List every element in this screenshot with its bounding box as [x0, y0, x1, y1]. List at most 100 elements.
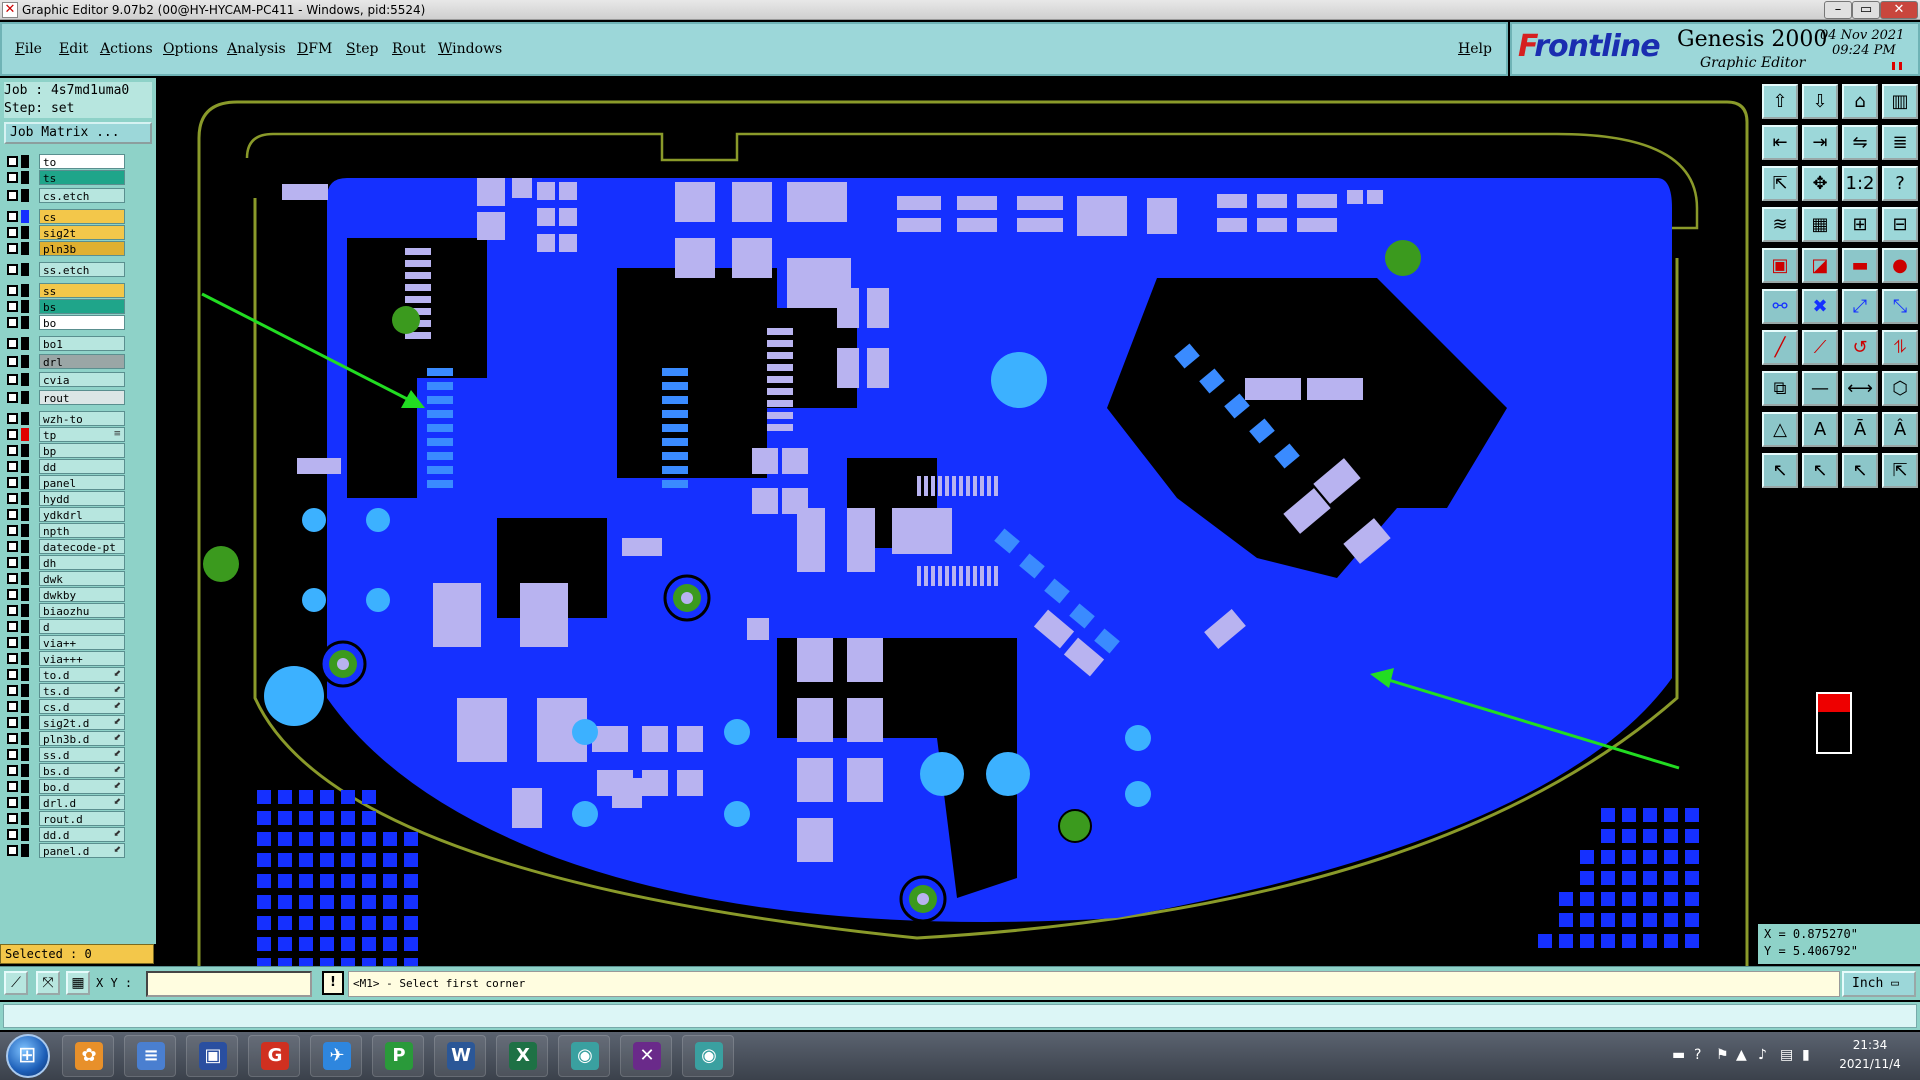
- polygon-button[interactable]: ⬡: [1882, 371, 1918, 406]
- layer-name[interactable]: ss.d: [39, 747, 125, 762]
- layer-color-swatch[interactable]: [21, 764, 29, 777]
- layer-checkbox[interactable]: [7, 392, 18, 403]
- taskbar-app-button[interactable]: W: [434, 1035, 486, 1077]
- layer-row[interactable]: to.d ⬋: [4, 667, 125, 682]
- layer-row[interactable]: drl: [4, 354, 125, 369]
- layer-name[interactable]: d: [39, 619, 125, 634]
- taskbar-app-button[interactable]: ✕: [620, 1035, 672, 1077]
- prev-button[interactable]: ⇤: [1762, 125, 1798, 160]
- layer-checkbox[interactable]: [7, 211, 18, 222]
- layer-color-swatch[interactable]: [21, 572, 29, 585]
- save-button[interactable]: ⇩: [1802, 84, 1838, 119]
- layer-row[interactable]: via++: [4, 635, 125, 650]
- layer-name[interactable]: ts: [39, 170, 125, 185]
- mirror-button[interactable]: ⇋: [1842, 125, 1878, 160]
- layer-name[interactable]: bo.d: [39, 779, 125, 794]
- layer-checkbox[interactable]: [7, 733, 18, 744]
- connect-button[interactable]: ⤢: [1842, 289, 1878, 324]
- layer-row[interactable]: datecode-pt: [4, 539, 125, 554]
- layer-row[interactable]: dd.d ⬋: [4, 827, 125, 842]
- layer-row[interactable]: dh: [4, 555, 125, 570]
- cross-mode-icon[interactable]: ⤧: [36, 971, 60, 995]
- layer-name[interactable]: via+++: [39, 651, 125, 666]
- layer-checkbox[interactable]: [7, 813, 18, 824]
- layer-checkbox[interactable]: [7, 190, 18, 201]
- menu-rout[interactable]: Rout: [392, 40, 426, 58]
- layer-name[interactable]: ss.etch: [39, 262, 125, 277]
- volume-icon[interactable]: ♪: [1758, 1046, 1767, 1064]
- layer-name[interactable]: bs: [39, 299, 125, 314]
- layer-color-swatch[interactable]: [21, 373, 29, 386]
- trace-button[interactable]: ⥮: [1882, 330, 1918, 365]
- layer-checkbox[interactable]: [7, 509, 18, 520]
- ruler-button[interactable]: ▬: [1842, 248, 1878, 283]
- triangle-b-button[interactable]: Ā: [1842, 412, 1878, 447]
- layer-checkbox[interactable]: [7, 717, 18, 728]
- layer-color-swatch[interactable]: [21, 210, 29, 223]
- grid-snap-icon[interactable]: ▦: [66, 971, 90, 995]
- net-button[interactable]: ⚯: [1762, 289, 1798, 324]
- line-button[interactable]: ╱: [1762, 330, 1798, 365]
- menu-options[interactable]: Options: [163, 40, 218, 58]
- layer-color-swatch[interactable]: [21, 189, 29, 202]
- layer-row[interactable]: cs.d ⬋: [4, 699, 125, 714]
- layer-color-swatch[interactable]: [21, 748, 29, 761]
- layer-checkbox[interactable]: [7, 356, 18, 367]
- layer-name[interactable]: dwk: [39, 571, 125, 586]
- next-button[interactable]: ⇥: [1802, 125, 1838, 160]
- layer-color-swatch[interactable]: [21, 844, 29, 857]
- layer-color-swatch[interactable]: [21, 604, 29, 617]
- layer-name[interactable]: panel: [39, 475, 125, 490]
- layer-row[interactable]: ts: [4, 170, 125, 185]
- layer-checkbox[interactable]: [7, 637, 18, 648]
- layer-color-swatch[interactable]: [21, 524, 29, 537]
- layer-color-swatch[interactable]: [21, 780, 29, 793]
- layer-checkbox[interactable]: [7, 445, 18, 456]
- layer-name[interactable]: npth: [39, 523, 125, 538]
- taskbar-app-button[interactable]: ◉: [682, 1035, 734, 1077]
- layer-row[interactable]: ss.etch: [4, 262, 125, 277]
- layer-name[interactable]: hydd: [39, 491, 125, 506]
- layer-name[interactable]: cs.etch: [39, 188, 125, 203]
- layer-name[interactable]: wzh-to: [39, 411, 125, 426]
- layer-color-swatch[interactable]: [21, 652, 29, 665]
- layer-name[interactable]: biaozhu: [39, 603, 125, 618]
- pointer-button[interactable]: ↖: [1762, 453, 1798, 488]
- layer-color-swatch[interactable]: [21, 828, 29, 841]
- layer-color-swatch[interactable]: [21, 492, 29, 505]
- pointer-add-button[interactable]: ↖: [1842, 453, 1878, 488]
- layer-row[interactable]: bs: [4, 299, 125, 314]
- layer-color-swatch[interactable]: [21, 155, 29, 168]
- layer-color-swatch[interactable]: [21, 716, 29, 729]
- layer-row[interactable]: cs.etch: [4, 188, 125, 203]
- menu-step[interactable]: Step: [346, 40, 378, 58]
- layer-checkbox[interactable]: [7, 621, 18, 632]
- layer-checkbox[interactable]: [7, 669, 18, 680]
- layer-row[interactable]: hydd: [4, 491, 125, 506]
- open-step-button[interactable]: ⇧: [1762, 84, 1798, 119]
- layer-name[interactable]: ts.d: [39, 683, 125, 698]
- home-button[interactable]: ⌂: [1842, 84, 1878, 119]
- menu-file[interactable]: File: [15, 40, 42, 58]
- layer-checkbox[interactable]: [7, 264, 18, 275]
- layer-name[interactable]: pln3b.d: [39, 731, 125, 746]
- move-node-button[interactable]: ⤡: [1882, 289, 1918, 324]
- layer-color-swatch[interactable]: [21, 171, 29, 184]
- layer-name[interactable]: pln3b: [39, 241, 125, 256]
- layer-name[interactable]: bo: [39, 315, 125, 330]
- pointer-multi-button[interactable]: ⇱: [1882, 453, 1918, 488]
- layer-color-swatch[interactable]: [21, 460, 29, 473]
- keyboard-icon[interactable]: ▬: [1672, 1046, 1685, 1064]
- layer-row[interactable]: panel.d ⬋: [4, 843, 125, 858]
- layer-name[interactable]: drl.d: [39, 795, 125, 810]
- layer-row[interactable]: tp ≡: [4, 427, 125, 442]
- pause-icon[interactable]: [1892, 62, 1902, 70]
- layer-name[interactable]: cs: [39, 209, 125, 224]
- layer-row[interactable]: npth: [4, 523, 125, 538]
- layer-name[interactable]: dd.d: [39, 827, 125, 842]
- layer-checkbox[interactable]: [7, 589, 18, 600]
- layer-color-swatch[interactable]: [21, 476, 29, 489]
- layer-color-swatch[interactable]: [21, 636, 29, 649]
- layer-row[interactable]: to: [4, 154, 125, 169]
- layer-color-swatch[interactable]: [21, 668, 29, 681]
